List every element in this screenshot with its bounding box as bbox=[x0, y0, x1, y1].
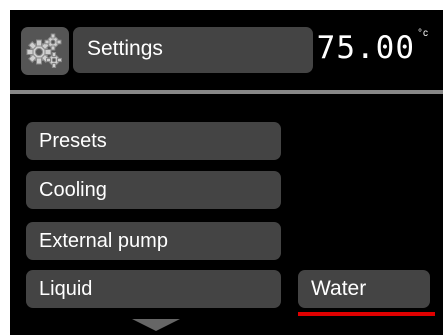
triangle-down-icon[interactable] bbox=[132, 319, 180, 331]
temperature-readout: 75.00 °c bbox=[316, 28, 429, 70]
page-title: Settings bbox=[87, 37, 163, 60]
menu-item-presets[interactable]: Presets bbox=[26, 122, 281, 160]
menu-item-external-pump[interactable]: External pump bbox=[26, 222, 281, 260]
settings-icon-button[interactable] bbox=[21, 27, 69, 75]
menu-item-liquid[interactable]: Liquid bbox=[26, 270, 281, 308]
gears-icon bbox=[26, 33, 62, 68]
menu-item-cooling[interactable]: Cooling bbox=[26, 171, 281, 209]
header-divider bbox=[10, 90, 443, 94]
liquid-value-selector[interactable]: Water bbox=[298, 270, 430, 308]
temperature-unit: °c bbox=[418, 28, 429, 39]
selection-underline bbox=[298, 312, 435, 316]
title-bar: Settings bbox=[73, 27, 313, 73]
temperature-value: 75.00 bbox=[316, 30, 415, 66]
device-screen: Settings 75.00 °c Presets Cooling Extern… bbox=[10, 10, 443, 335]
